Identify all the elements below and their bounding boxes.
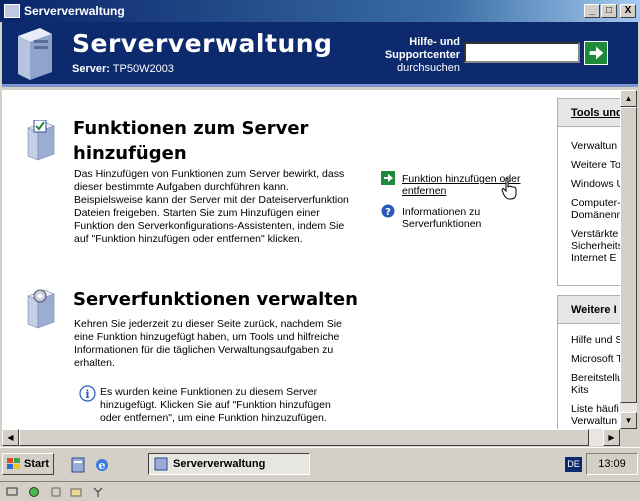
add-roles-text-line: Das Hinzufügen von Funktionen zum Server… [74, 168, 345, 180]
manage-roles-text-line: Informationen für die täglichen Verwaltu… [74, 344, 334, 356]
window-title-bar[interactable]: Serververwaltung _ □ X [0, 0, 640, 22]
vertical-scroll-thumb[interactable] [620, 107, 637, 403]
manage-roles-description: Kehren Sie jederzeit zu dieser Seite zur… [74, 318, 342, 370]
scroll-right-arrow-icon[interactable]: ▶ [603, 429, 620, 446]
svg-text:e: e [99, 459, 106, 472]
add-role-server-icon [27, 120, 55, 161]
server-name: TP50W2003 [112, 63, 174, 75]
add-roles-title-line1: Funktionen zum Server [73, 118, 309, 139]
tools-item[interactable]: Computer- [558, 197, 620, 209]
server-logo-icon [18, 28, 52, 80]
scroll-left-arrow-icon[interactable]: ◀ [2, 429, 19, 446]
hand-cursor-icon [501, 178, 517, 200]
more-info-item[interactable]: Verwaltun [558, 415, 620, 427]
svg-text:?: ? [385, 207, 391, 218]
windows-logo-icon [7, 458, 20, 469]
manage-roles-text-line: eine Funktion hinzugefügt haben, um Tool… [74, 331, 340, 343]
tools-item[interactable]: Sicherheits [558, 240, 620, 252]
status-dot-icon[interactable] [28, 486, 40, 498]
help-label-line2: Supportcenter [384, 49, 460, 61]
add-roles-text-line: Funktion den Serverkonfigurations-Assist… [74, 220, 345, 232]
taskbar-item-serververwaltung[interactable]: Serververwaltung [148, 453, 310, 475]
tools-item[interactable]: Weitere To [558, 159, 620, 171]
window-small-icon[interactable] [50, 486, 62, 498]
add-roles-text-line: auf "Funktion hinzufügen oder entfernen"… [74, 233, 303, 245]
add-roles-text-line: Beispielsweise kann der Server mit der D… [74, 194, 349, 206]
go-arrow-icon[interactable] [584, 41, 608, 65]
close-button[interactable]: X [620, 4, 636, 18]
tools-item[interactable]: Verwaltun [558, 140, 620, 152]
help-question-icon[interactable]: ? [381, 204, 395, 218]
taskbar-item-label: Serververwaltung [173, 458, 266, 470]
more-info-panel: Weitere I Hilfe und S Microsoft T Bereit… [557, 295, 620, 429]
server-quicklaunch-icon[interactable] [70, 457, 86, 473]
server-name-line: Server: TP50W2003 [72, 63, 174, 75]
start-label: Start [24, 458, 50, 470]
scroll-down-arrow-icon[interactable]: ▼ [620, 412, 637, 429]
network-icon[interactable] [92, 486, 104, 498]
add-roles-description: Das Hinzufügen von Funktionen zum Server… [74, 168, 349, 246]
no-roles-info-line: oder entfernen", um eine Funktion hinzuz… [100, 412, 327, 424]
add-roles-text-line: Dateien freigeben. Starten Sie zum Hinzu… [74, 207, 320, 219]
tools-panel-heading[interactable]: Tools und [558, 99, 620, 127]
add-roles-text-line: dieser bestimmte Aufgaben durchführen ka… [74, 181, 289, 193]
window-title: Serververwaltung [24, 4, 125, 18]
tools-item[interactable]: Verstärkte [558, 228, 620, 240]
info-icon: i [79, 385, 96, 402]
internet-explorer-icon[interactable]: e [94, 457, 110, 473]
more-info-item[interactable]: Hilfe und S [558, 334, 620, 346]
tools-item[interactable]: Windows U [558, 178, 620, 190]
page-title: Serververwaltung [72, 29, 333, 58]
more-info-item[interactable]: Liste häufi [558, 403, 620, 415]
monitor-icon[interactable] [6, 486, 18, 498]
role-info-link[interactable]: Informationen zu Serverfunktionen [402, 206, 481, 230]
no-roles-info: Es wurden keine Funktionen zu diesem Ser… [100, 386, 331, 425]
svg-text:i: i [85, 388, 89, 401]
help-search-label: Hilfe- und Supportcenter durchsuchen [354, 36, 460, 75]
horizontal-scrollbar[interactable]: ◀ ▶ [2, 429, 620, 446]
clock[interactable]: 13:09 [586, 453, 638, 475]
more-info-item[interactable]: Microsoft T [558, 353, 620, 365]
language-indicator[interactable]: DE [565, 457, 582, 472]
tools-item[interactable]: Domänenn [558, 209, 620, 221]
manage-roles-text-line: erhalten. [74, 357, 115, 369]
main-content: Funktionen zum Server hinzufügen Das Hin… [2, 90, 620, 429]
no-roles-info-line: hinzugefügt. Klicken Sie auf "Funktion h… [100, 399, 331, 411]
manage-role-server-icon [27, 289, 55, 329]
scrollbar-corner [620, 429, 637, 446]
manage-roles-title: Serverfunktionen verwalten [73, 289, 358, 310]
tools-item[interactable]: Internet E [558, 252, 620, 264]
horizontal-scroll-thumb[interactable] [19, 429, 589, 446]
vertical-scrollbar[interactable]: ▲ ▼ [620, 90, 637, 429]
manage-roles-text-line: Kehren Sie jederzeit zu dieser Seite zur… [74, 318, 342, 330]
page-header: Serververwaltung Server: TP50W2003 Hilfe… [2, 22, 638, 87]
tools-panel: Tools und Verwaltun Weitere To Windows U… [557, 98, 620, 286]
add-roles-title-line2: hinzufügen [73, 143, 187, 164]
server-management-small-icon [154, 457, 168, 471]
role-info-link-line2[interactable]: Serverfunktionen [402, 218, 481, 230]
minimize-button[interactable]: _ [584, 4, 600, 18]
add-remove-arrow-icon[interactable] [381, 171, 395, 185]
help-search-input[interactable] [464, 42, 580, 63]
more-info-item[interactable]: Kits [558, 384, 620, 396]
taskbar: Start e Serververwaltung DE 13:09 [0, 447, 640, 481]
scroll-up-arrow-icon[interactable]: ▲ [620, 90, 637, 107]
server-label: Server: [72, 63, 110, 75]
start-button[interactable]: Start [2, 453, 54, 475]
help-label-line3: durchsuchen [397, 62, 460, 74]
maximize-button[interactable]: □ [601, 4, 617, 18]
server-management-app-icon [4, 4, 20, 18]
no-roles-info-line: Es wurden keine Funktionen zu diesem Ser… [100, 386, 318, 398]
role-info-link-line1[interactable]: Informationen zu [402, 206, 481, 218]
more-info-panel-heading[interactable]: Weitere I [558, 296, 620, 324]
bottom-toolbar [0, 481, 640, 501]
folder-icon[interactable] [70, 486, 82, 498]
more-info-item[interactable]: Bereitstellu [558, 372, 620, 384]
help-label-line1: Hilfe- und [409, 36, 460, 48]
